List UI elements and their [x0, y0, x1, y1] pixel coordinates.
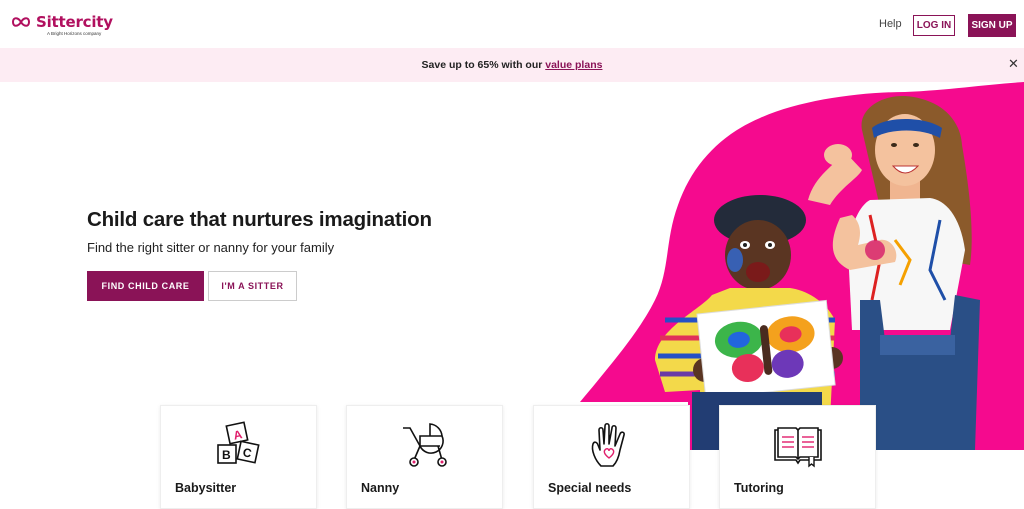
- category-label: Nanny: [361, 481, 400, 495]
- category-label: Babysitter: [175, 481, 237, 495]
- stroller-icon: [402, 423, 447, 467]
- im-a-sitter-button[interactable]: I'M A SITTER: [208, 271, 297, 301]
- site-header: Sittercity A Bright Horizons company Hel…: [0, 0, 1024, 48]
- category-label: Special needs: [548, 481, 632, 495]
- category-card-special-needs[interactable]: Special needs: [533, 405, 690, 509]
- find-child-care-button[interactable]: FIND CHILD CARE: [87, 271, 204, 301]
- close-icon[interactable]: ✕: [1008, 57, 1019, 71]
- hero-subtitle: Find the right sitter or nanny for your …: [87, 240, 335, 255]
- help-link[interactable]: Help: [879, 18, 902, 30]
- category-label: Tutoring: [734, 481, 784, 495]
- login-button[interactable]: LOG IN: [913, 15, 955, 36]
- hero-image: [580, 82, 1024, 450]
- promo-banner: Save up to 65% with our value plans ✕: [0, 48, 1024, 82]
- signup-button[interactable]: SIGN UP: [968, 14, 1016, 37]
- hero-section: [0, 82, 1024, 450]
- sittercity-logo[interactable]: Sittercity A Bright Horizons company: [11, 14, 113, 36]
- category-card-nanny[interactable]: Nanny: [346, 405, 503, 509]
- hand-heart-icon: [591, 422, 625, 467]
- value-plans-link[interactable]: value plans: [545, 59, 602, 71]
- promo-message: Save up to 65% with our: [421, 59, 546, 71]
- category-card-tutoring[interactable]: Tutoring: [719, 405, 876, 509]
- category-card-babysitter[interactable]: A B C Babysitter: [160, 405, 317, 509]
- logo-tagline: A Bright Horizons company: [47, 31, 102, 36]
- svg-text:B: B: [222, 448, 231, 462]
- hero-title: Child care that nurtures imagination: [87, 208, 432, 231]
- infinity-icon: [11, 17, 31, 27]
- abc-blocks-icon: A B C: [216, 421, 260, 464]
- promo-text: Save up to 65% with our value plans: [0, 59, 1024, 71]
- logo-text: Sittercity: [36, 13, 113, 31]
- open-book-icon: [773, 427, 822, 468]
